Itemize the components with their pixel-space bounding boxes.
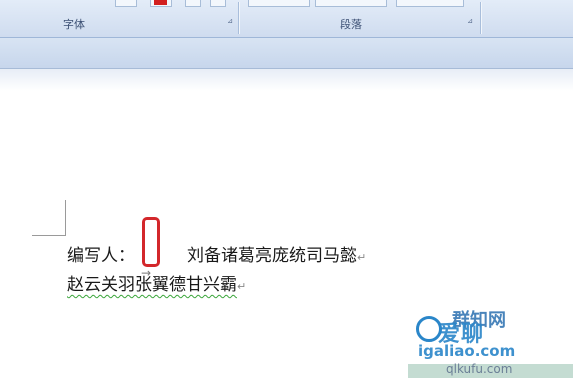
names-text: 赵云关羽张翼德甘兴霸 [67, 275, 237, 295]
watermark-url: qlkufu.com [446, 362, 513, 376]
ribbon-button-fragment[interactable] [185, 0, 201, 7]
document-line-1[interactable]: 编写人： → 刘备诸葛亮庞统司马懿↵ [67, 241, 367, 280]
ribbon-button-fragment[interactable] [248, 0, 310, 7]
page-top [0, 69, 573, 91]
ribbon-button-fragment[interactable] [210, 0, 226, 7]
watermark: 群知网 爱聊 igaliao.com qlkufu.com [408, 304, 573, 378]
ribbon-group-label-font: 字体 [63, 18, 85, 31]
page-margin-corner-mark [65, 200, 66, 235]
watermark-url: igaliao.com [418, 342, 516, 360]
document-line-2[interactable]: 赵云关羽张翼德甘兴霸↵ [67, 270, 246, 295]
ribbon-group-label-paragraph: 段落 [340, 18, 362, 31]
highlight-box [142, 217, 160, 267]
font-dialog-launcher-icon[interactable]: ⊿ [226, 17, 234, 25]
paragraph-mark-icon: ↵ [237, 280, 247, 293]
ribbon-button-fragment[interactable] [315, 0, 387, 7]
font-color-button-fragment[interactable] [150, 0, 172, 7]
ribbon-group-separator [238, 2, 240, 34]
ruler-area [0, 38, 573, 69]
author-label: 编写人： [67, 246, 135, 266]
names-text: 刘备诸葛亮庞统司马懿 [187, 246, 357, 266]
page-margin-corner-mark [32, 235, 66, 236]
ribbon-group-separator [480, 2, 482, 34]
ribbon: 字体 ⊿ 段落 ⊿ [0, 0, 573, 38]
paragraph-mark-icon: ↵ [357, 251, 367, 264]
ribbon-button-fragment[interactable] [396, 0, 464, 7]
ribbon-button-fragment[interactable] [115, 0, 137, 7]
paragraph-dialog-launcher-icon[interactable]: ⊿ [466, 17, 474, 25]
